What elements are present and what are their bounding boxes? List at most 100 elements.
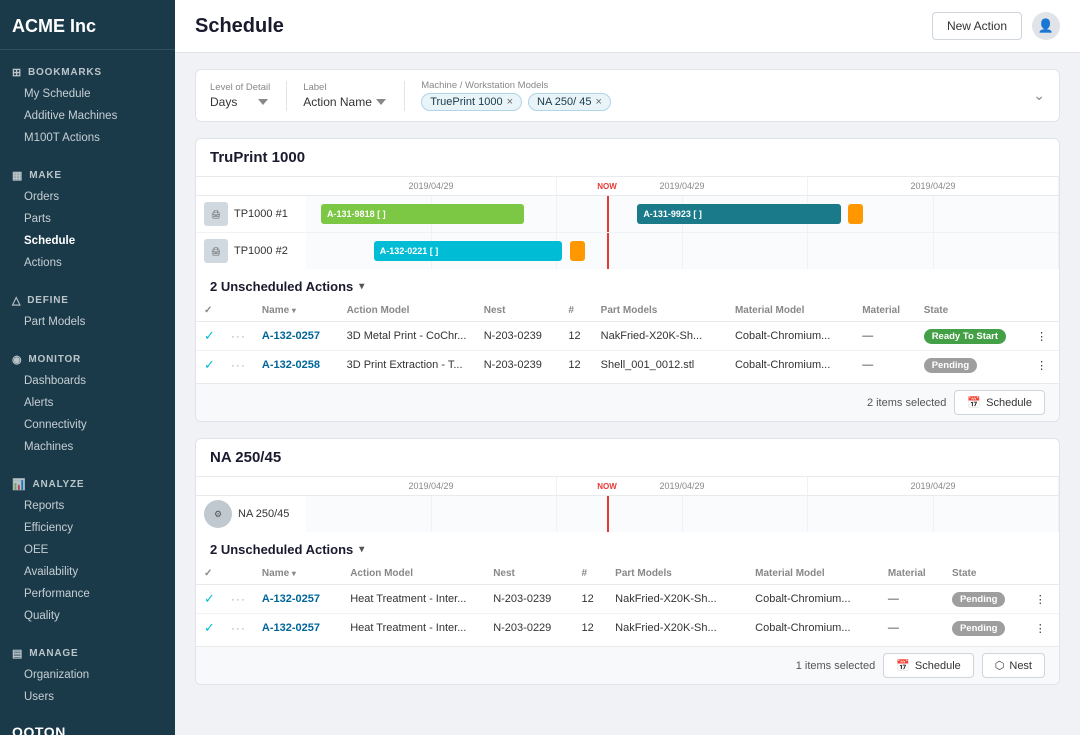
row-nest: N-203-0229	[485, 614, 573, 643]
filter-separator-1	[286, 81, 287, 111]
sidebar-item-connectivity[interactable]: Connectivity	[0, 414, 175, 436]
remove-na250-tag[interactable]: ×	[595, 96, 601, 108]
col-action-model: Action Model	[339, 300, 476, 322]
now-line-tp2	[607, 233, 609, 269]
col-preview	[223, 300, 254, 322]
sidebar-item-actions[interactable]: Actions	[0, 252, 175, 274]
grid-line	[683, 233, 809, 269]
na-schedule-button[interactable]: 📅 Schedule	[883, 653, 974, 678]
filter-expand-icon[interactable]: ⌄	[1033, 87, 1045, 104]
na-unscheduled-header[interactable]: 2 Unscheduled Actions ▾	[196, 532, 1059, 563]
nav-section-manage: ▤ MANAGE Organization Users	[0, 631, 175, 712]
na-gantt: 2019/04/29 2019/04/29 2019/04/29 ⚙ NA 25…	[196, 477, 1059, 532]
row-name[interactable]: A-132-0257	[254, 585, 342, 614]
col-action-model: Action Model	[342, 563, 485, 585]
row-check[interactable]: ✓	[196, 351, 223, 380]
label-filter-select[interactable]: Action Name	[303, 95, 388, 109]
sidebar-item-efficiency[interactable]: Efficiency	[0, 517, 175, 539]
row-check[interactable]: ✓	[196, 585, 223, 614]
truprint-bar-1a[interactable]: A-131-9818 [ ]	[321, 204, 524, 224]
user-avatar[interactable]: 👤	[1032, 12, 1060, 40]
row-state: Pending	[944, 585, 1027, 614]
new-action-button[interactable]: New Action	[932, 12, 1022, 40]
sidebar-item-performance[interactable]: Performance	[0, 583, 175, 605]
sidebar-item-machines[interactable]: Machines	[0, 436, 175, 458]
row-material-model: Cobalt-Chromium...	[727, 351, 854, 380]
sidebar-item-m100t-actions[interactable]: M100T Actions	[0, 127, 175, 149]
row-check[interactable]: ✓	[196, 614, 223, 643]
sidebar-item-parts[interactable]: Parts	[0, 208, 175, 230]
sidebar-item-quality[interactable]: Quality	[0, 605, 175, 627]
level-of-detail-select[interactable]: Days Hours Weeks	[210, 95, 270, 109]
sidebar-item-users[interactable]: Users	[0, 686, 175, 708]
remove-truprint-tag[interactable]: ×	[507, 96, 513, 108]
na-nest-button[interactable]: ⬡ Nest	[982, 653, 1045, 678]
row-menu[interactable]: ⋮	[1028, 351, 1059, 380]
sidebar: ACME Inc ⊞ BOOKMARKS My Schedule Additiv…	[0, 0, 175, 735]
nav-section-define: △ DEFINE Part Models	[0, 278, 175, 337]
sidebar-item-organization[interactable]: Organization	[0, 664, 175, 686]
row-state: Pending	[916, 351, 1028, 380]
grid-line	[432, 496, 558, 532]
nav-section-title-bookmarks: ⊞ BOOKMARKS	[0, 60, 175, 83]
header-actions: New Action 👤	[932, 12, 1060, 40]
row-material-model: Cobalt-Chromium...	[727, 322, 854, 351]
sidebar-item-alerts[interactable]: Alerts	[0, 392, 175, 414]
row-name[interactable]: A-132-0257	[254, 614, 342, 643]
state-badge-pending: Pending	[952, 621, 1005, 636]
truprint-items-selected-panel: 2 items selected 📅 Schedule	[196, 383, 1059, 421]
state-badge-ready: Ready To Start	[924, 329, 1006, 344]
grid-line	[557, 496, 683, 532]
row-menu[interactable]: ⋮	[1027, 614, 1059, 643]
sidebar-item-additive-machines[interactable]: Additive Machines	[0, 105, 175, 127]
sidebar-item-orders[interactable]: Orders	[0, 186, 175, 208]
sidebar-item-part-models[interactable]: Part Models	[0, 311, 175, 333]
col-name[interactable]: Name ▾	[254, 300, 339, 322]
truprint-unscheduled-header[interactable]: 2 Unscheduled Actions ▾	[196, 269, 1059, 300]
col-check: ✓	[196, 300, 223, 322]
sidebar-item-reports[interactable]: Reports	[0, 495, 175, 517]
row-menu[interactable]: ⋮	[1027, 585, 1059, 614]
na-date-2: 2019/04/29	[557, 477, 808, 495]
row-name[interactable]: A-132-0258	[254, 351, 339, 380]
page-title: Schedule	[195, 15, 284, 38]
truprint-bar-1b[interactable]: A-131-9923 [ ]	[637, 204, 840, 224]
truprint-bar-2a[interactable]: A-132-0221 [ ]	[374, 241, 562, 261]
sidebar-item-oee[interactable]: OEE	[0, 539, 175, 561]
col-state: State	[944, 563, 1027, 585]
truprint-row2-label: 🖨 TP1000 #2	[196, 235, 306, 267]
col-preview	[223, 563, 254, 585]
grid-line	[934, 496, 1060, 532]
grid-line	[934, 233, 1060, 269]
truprint-schedule-button[interactable]: 📅 Schedule	[954, 390, 1045, 415]
sidebar-item-dashboards[interactable]: Dashboards	[0, 370, 175, 392]
define-icon: △	[12, 294, 21, 307]
truprint-row2-thumb: 🖨	[204, 239, 228, 263]
truprint-row1-label: 🖨 TP1000 #1	[196, 198, 306, 230]
label-filter: Label Action Name	[303, 82, 388, 109]
truprint-bar-1c[interactable]	[848, 204, 863, 224]
row-check[interactable]: ✓	[196, 322, 223, 351]
sidebar-item-schedule[interactable]: Schedule	[0, 230, 175, 252]
app-logo: ACME Inc	[0, 0, 175, 50]
col-material-model: Material Model	[747, 563, 880, 585]
sidebar-item-my-schedule[interactable]: My Schedule	[0, 83, 175, 105]
state-badge-pending: Pending	[924, 358, 977, 373]
now-label-na: NOW	[597, 482, 617, 491]
filter-bar: Level of Detail Days Hours Weeks Label A…	[195, 69, 1060, 122]
row-menu[interactable]: ⋮	[1028, 322, 1059, 351]
now-label-tp1: NOW	[597, 182, 617, 191]
row-name[interactable]: A-132-0257	[254, 322, 339, 351]
row-part-models: NakFried-X20K-Sh...	[607, 614, 747, 643]
col-name[interactable]: Name ▾	[254, 563, 342, 585]
monitor-icon: ◉	[12, 353, 22, 366]
grid-line	[808, 233, 934, 269]
sidebar-item-availability[interactable]: Availability	[0, 561, 175, 583]
na-row1-grid	[306, 496, 1059, 532]
truprint-bar-2b[interactable]	[570, 241, 585, 261]
machine-filter: Machine / Workstation Models TruePrint 1…	[421, 80, 611, 111]
calendar-icon-na: 📅	[896, 659, 910, 672]
na-section: NA 250/45 2019/04/29 2019/04/29 2019/04/…	[195, 438, 1060, 685]
row-material: —	[854, 322, 915, 351]
row-num: 12	[560, 351, 592, 380]
